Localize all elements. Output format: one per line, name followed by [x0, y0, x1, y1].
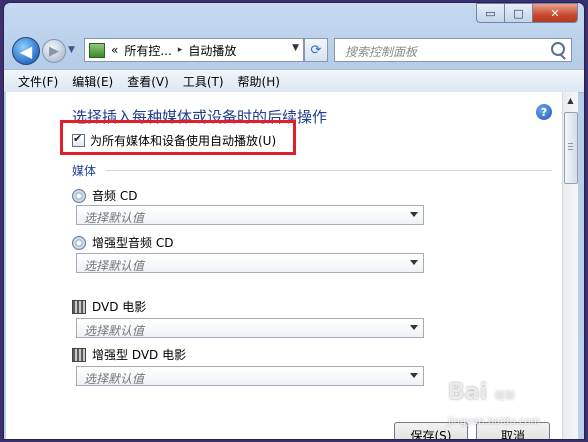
address-dropdown-icon[interactable]: ▼: [292, 43, 299, 53]
scrollbar-thumb[interactable]: [564, 112, 578, 184]
chevron-down-icon: [410, 212, 418, 217]
search-input[interactable]: 搜索控制面板: [334, 38, 572, 62]
dvd-movie-select[interactable]: 选择默认值: [76, 318, 424, 338]
help-icon[interactable]: ?: [536, 104, 552, 120]
scroll-up-icon[interactable]: ▲: [563, 92, 578, 108]
enhanced-audio-cd-select[interactable]: 选择默认值: [76, 253, 424, 273]
section-divider: [106, 170, 552, 171]
menu-edit[interactable]: 编辑(E): [72, 73, 113, 90]
media-label-dvd-movie: DVD 电影: [72, 298, 146, 315]
media-label-text: DVD 电影: [92, 300, 147, 314]
breadcrumb-separator-icon[interactable]: ▸: [178, 45, 183, 55]
breadcrumb-all-control-panel[interactable]: 所有控...: [124, 42, 171, 59]
enhanced-audio-cd-icon: [72, 235, 86, 250]
enhanced-dvd-movie-select[interactable]: 选择默认值: [76, 366, 424, 386]
search-icon[interactable]: [551, 42, 565, 56]
watermark-sub: 经验: [494, 391, 515, 402]
back-arrow-icon[interactable]: ◀: [12, 37, 40, 65]
breadcrumb-autoplay[interactable]: 自动播放: [188, 42, 236, 59]
menu-file[interactable]: 文件(F): [18, 73, 58, 90]
breadcrumb-prefix[interactable]: «: [111, 43, 118, 57]
media-label-audio-cd: 音频 CD: [72, 187, 137, 204]
autoplay-checkbox-label[interactable]: 为所有媒体和设备使用自动播放(U): [90, 132, 276, 149]
enhanced-dvd-movie-icon: [72, 347, 86, 362]
media-label-enhanced-dvd-movie: 增强型 DVD 电影: [72, 346, 186, 363]
control-panel-icon: [89, 42, 105, 58]
menu-help[interactable]: 帮助(H): [238, 73, 280, 90]
watermark-text: Bai: [448, 380, 488, 405]
minimize-button[interactable]: ▭: [476, 3, 505, 23]
menu-bar: 文件(F) 编辑(E) 查看(V) 工具(T) 帮助(H): [4, 69, 584, 93]
baidu-watermark: Bai 经验 jingyan.baidu.com: [448, 380, 540, 430]
media-label-enhanced-audio-cd: 增强型音频 CD: [72, 234, 173, 251]
menu-tools[interactable]: 工具(T): [183, 73, 224, 90]
maximize-button[interactable]: □: [504, 3, 533, 23]
media-section-title: 媒体: [72, 164, 97, 178]
recent-pages-chevron-icon[interactable]: ▼: [68, 45, 75, 55]
media-label-text: 增强型音频 CD: [92, 236, 174, 250]
refresh-icon[interactable]: ⟳: [304, 38, 328, 62]
select-value: 选择默认值: [84, 259, 145, 273]
chevron-down-icon: [410, 325, 418, 330]
select-value: 选择默认值: [84, 211, 145, 225]
chevron-down-icon: [410, 373, 418, 378]
audio-cd-icon: [72, 188, 86, 203]
autoplay-checkbox[interactable]: [72, 132, 85, 147]
caption-buttons: ▭ □ ✕: [476, 3, 578, 23]
select-value: 选择默认值: [84, 324, 145, 338]
select-value: 选择默认值: [84, 372, 145, 386]
address-bar[interactable]: « 所有控... ▸ 自动播放 ▼: [84, 38, 304, 62]
navigation-bar: ◀ ▶ ▼ « 所有控... ▸ 自动播放 ▼ ⟳ 搜索控制面板: [4, 35, 584, 67]
menu-view[interactable]: 查看(V): [127, 73, 169, 90]
dvd-movie-icon: [72, 299, 86, 314]
watermark-url: jingyan.baidu.com: [448, 416, 541, 427]
media-label-text: 增强型 DVD 电影: [92, 348, 187, 362]
search-placeholder: 搜索控制面板: [345, 45, 418, 59]
close-button[interactable]: ✕: [532, 3, 578, 23]
control-panel-window: ▭ □ ✕ ◀ ▶ ▼ « 所有控... ▸ 自动播放 ▼ ⟳ 搜索控制面板 文…: [4, 3, 584, 439]
audio-cd-select[interactable]: 选择默认值: [76, 205, 424, 225]
media-label-text: 音频 CD: [92, 189, 138, 203]
autoplay-checkbox-row[interactable]: 为所有媒体和设备使用自动播放(U): [72, 132, 276, 149]
chevron-down-icon: [410, 260, 418, 265]
forward-arrow-icon[interactable]: ▶: [42, 39, 66, 63]
vertical-scrollbar[interactable]: ▲: [562, 92, 578, 439]
